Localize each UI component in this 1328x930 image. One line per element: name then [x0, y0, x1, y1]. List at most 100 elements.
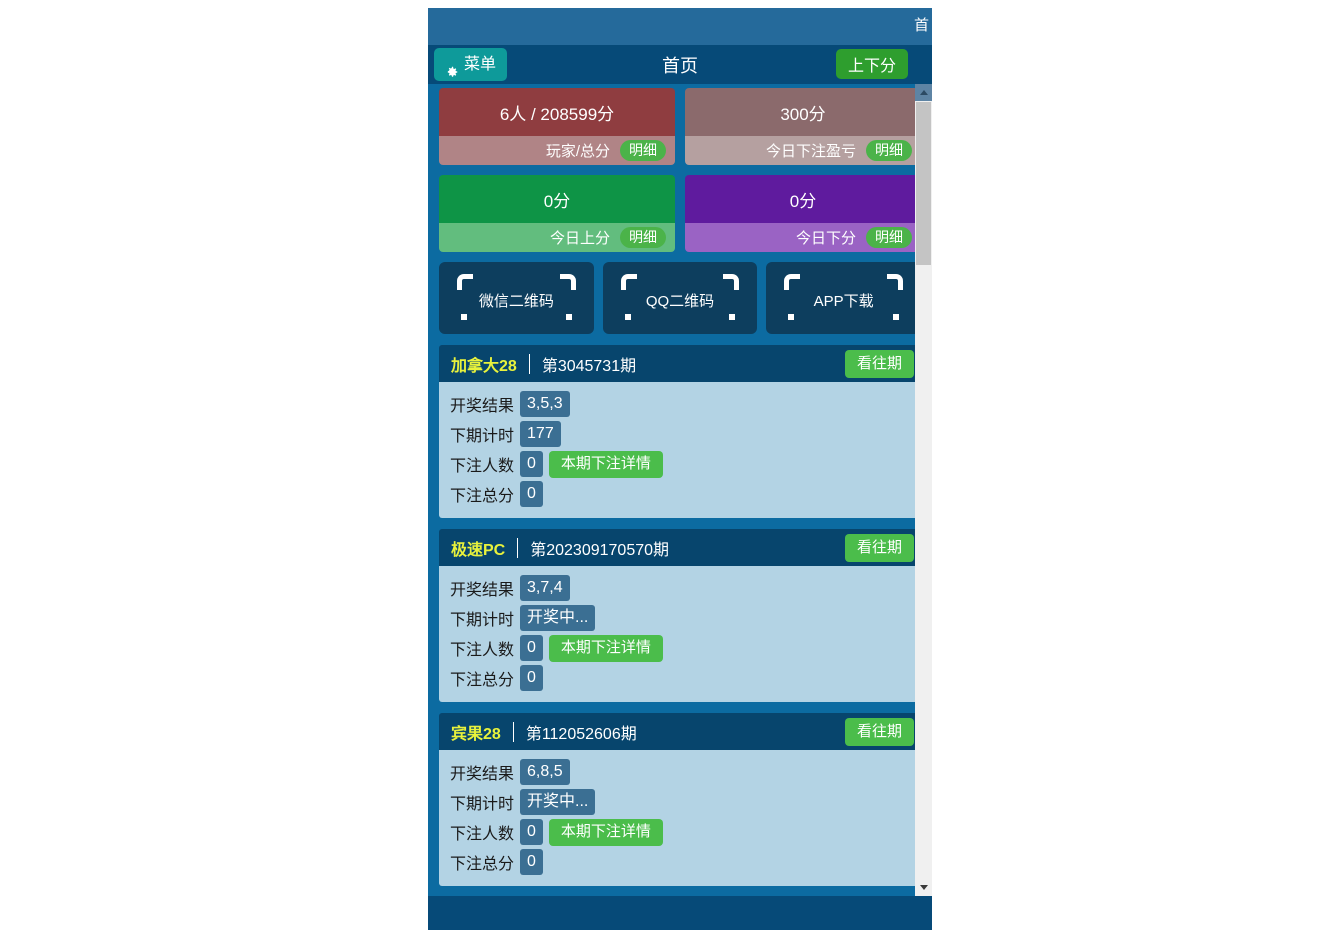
scrollbar[interactable]	[915, 84, 932, 896]
stat-value: 6人 / 208599分	[439, 88, 675, 136]
top-strip-title: 首	[914, 17, 930, 34]
qrcode-icon-dot	[565, 314, 572, 320]
stat-card-today-profit[interactable]: 300分 今日下注盈亏 明细	[685, 88, 921, 165]
divider	[528, 353, 530, 374]
qr-tile-wechat[interactable]: 微信二维码	[439, 262, 594, 334]
stat-footer: 今日下注盈亏 明细	[685, 136, 921, 165]
topup-button[interactable]: 上下分	[835, 49, 908, 79]
qrcode-icon-corner	[887, 274, 904, 290]
detail-badge[interactable]: 明细	[620, 227, 666, 248]
countdown-label: 下期计时	[450, 612, 515, 629]
lottery-card: 宾果28 第112052606期 看往期 开奖结果 6,8,5 下期计时 开奖中…	[439, 713, 921, 886]
scroll-down-button[interactable]	[915, 879, 932, 896]
lottery-card-header: 极速PC 第202309170570期 看往期	[439, 529, 921, 566]
total-value: 0	[520, 849, 543, 875]
stat-value: 300分	[685, 88, 921, 136]
chevron-up-icon	[919, 90, 928, 95]
result-value: 6,8,5	[520, 759, 570, 785]
bettors-value: 0	[520, 819, 543, 845]
stat-footer: 今日下分 明细	[685, 223, 921, 252]
countdown-value: 开奖中...	[520, 789, 596, 815]
lottery-card-header: 加拿大28 第3045731期 看往期	[439, 345, 921, 382]
nav-bar: 首页 菜单 上下分	[428, 45, 932, 84]
scroll-viewport: 6人 / 208599分 玩家/总分 明细 300分 今日下注盈亏 明细 0分 …	[428, 84, 932, 896]
qrcode-icon-dot	[788, 314, 795, 320]
bettors-value: 0	[520, 451, 543, 477]
content-area: 6人 / 208599分 玩家/总分 明细 300分 今日下注盈亏 明细 0分 …	[428, 84, 932, 896]
topup-button-label: 上下分	[847, 58, 896, 75]
lottery-issue: 第3045731期	[541, 357, 637, 375]
lottery-name: 宾果28	[451, 725, 501, 743]
qrcode-icon-corner	[559, 274, 576, 290]
bettors-value: 0	[520, 635, 543, 661]
stat-value: 0分	[685, 175, 921, 223]
footer-bar	[428, 896, 932, 930]
qrcode-icon-dot	[893, 314, 900, 320]
qr-tile-label: APP下载	[813, 293, 874, 310]
lottery-card: 极速PC 第202309170570期 看往期 开奖结果 3,7,4 下期计时 …	[439, 529, 921, 702]
scroll-up-button[interactable]	[915, 84, 932, 101]
result-label: 开奖结果	[450, 766, 515, 783]
stat-label: 玩家/总分	[545, 143, 610, 160]
result-value: 3,7,4	[520, 575, 570, 601]
stat-label: 今日下分	[795, 230, 856, 247]
chevron-down-icon	[919, 885, 928, 890]
countdown-label: 下期计时	[450, 428, 515, 445]
lottery-countdown-line: 下期计时 开奖中...	[450, 787, 921, 817]
lottery-bettors-line: 下注人数 0 本期下注详情	[450, 633, 921, 663]
window-top-strip: 首	[428, 8, 932, 45]
history-button[interactable]: 看往期	[844, 717, 914, 746]
total-label: 下注总分	[450, 488, 515, 505]
stat-card-players[interactable]: 6人 / 208599分 玩家/总分 明细	[439, 88, 675, 165]
total-label: 下注总分	[450, 856, 515, 873]
stat-card-today-credit-out[interactable]: 0分 今日下分 明细	[685, 175, 921, 252]
result-label: 开奖结果	[450, 582, 515, 599]
menu-button[interactable]: 菜单	[434, 48, 508, 81]
detail-badge[interactable]: 明细	[866, 227, 912, 248]
lottery-name: 加拿大28	[451, 357, 517, 375]
lottery-result-line: 开奖结果 6,8,5	[450, 757, 921, 787]
bet-detail-button[interactable]: 本期下注详情	[548, 634, 663, 662]
divider	[517, 537, 519, 558]
gear-icon	[445, 58, 459, 77]
lottery-card: 加拿大28 第3045731期 看往期 开奖结果 3,5,3 下期计时 177	[439, 345, 921, 518]
lottery-result-line: 开奖结果 3,7,4	[450, 573, 921, 603]
scrollbar-thumb[interactable]	[916, 102, 931, 265]
stat-card-today-credit-in[interactable]: 0分 今日上分 明细	[439, 175, 675, 252]
qr-tile-label: 微信二维码	[478, 293, 554, 310]
lottery-issue: 第112052606期	[525, 725, 637, 743]
bettors-label: 下注人数	[450, 826, 515, 843]
lottery-countdown-line: 下期计时 开奖中...	[450, 603, 921, 633]
lottery-total-line: 下注总分 0	[450, 479, 921, 509]
lottery-name: 极速PC	[451, 541, 506, 559]
qrcode-icon-dot	[461, 314, 467, 320]
stat-label: 今日下注盈亏	[765, 143, 856, 160]
lottery-card-body: 开奖结果 3,7,4 下期计时 开奖中... 下注人数 0 本期下注详情 下注总…	[439, 566, 921, 702]
total-value: 0	[520, 665, 543, 691]
qr-tile-app-download[interactable]: APP下载	[766, 262, 922, 334]
stat-footer: 今日上分 明细	[439, 223, 675, 252]
stat-row-bottom: 0分 今日上分 明细 0分 今日下分 明细	[439, 175, 921, 252]
countdown-value: 开奖中...	[520, 605, 596, 631]
stat-footer: 玩家/总分 明细	[439, 136, 675, 165]
bet-detail-button[interactable]: 本期下注详情	[548, 818, 663, 846]
qrcode-icon	[457, 274, 473, 290]
bet-detail-button[interactable]: 本期下注详情	[548, 450, 663, 478]
detail-badge[interactable]: 明细	[620, 140, 666, 161]
lottery-bettors-line: 下注人数 0 本期下注详情	[450, 449, 921, 479]
lottery-countdown-line: 下期计时 177	[450, 419, 921, 449]
lottery-bettors-line: 下注人数 0 本期下注详情	[450, 817, 921, 847]
history-button[interactable]: 看往期	[844, 349, 914, 378]
qrcode-icon	[620, 274, 637, 290]
stat-label: 今日上分	[549, 230, 610, 247]
qr-tile-qq[interactable]: QQ二维码	[602, 262, 758, 334]
lottery-total-line: 下注总分 0	[450, 663, 921, 693]
result-value: 3,5,3	[520, 391, 570, 417]
lottery-issue: 第202309170570期	[530, 541, 670, 559]
history-button[interactable]: 看往期	[844, 533, 914, 562]
stat-row-top: 6人 / 208599分 玩家/总分 明细 300分 今日下注盈亏 明细	[439, 88, 921, 165]
menu-button-label: 菜单	[464, 56, 497, 73]
detail-badge[interactable]: 明细	[866, 140, 912, 161]
lottery-card-body: 开奖结果 6,8,5 下期计时 开奖中... 下注人数 0 本期下注详情 下注总…	[439, 750, 921, 886]
countdown-value: 177	[520, 421, 561, 447]
